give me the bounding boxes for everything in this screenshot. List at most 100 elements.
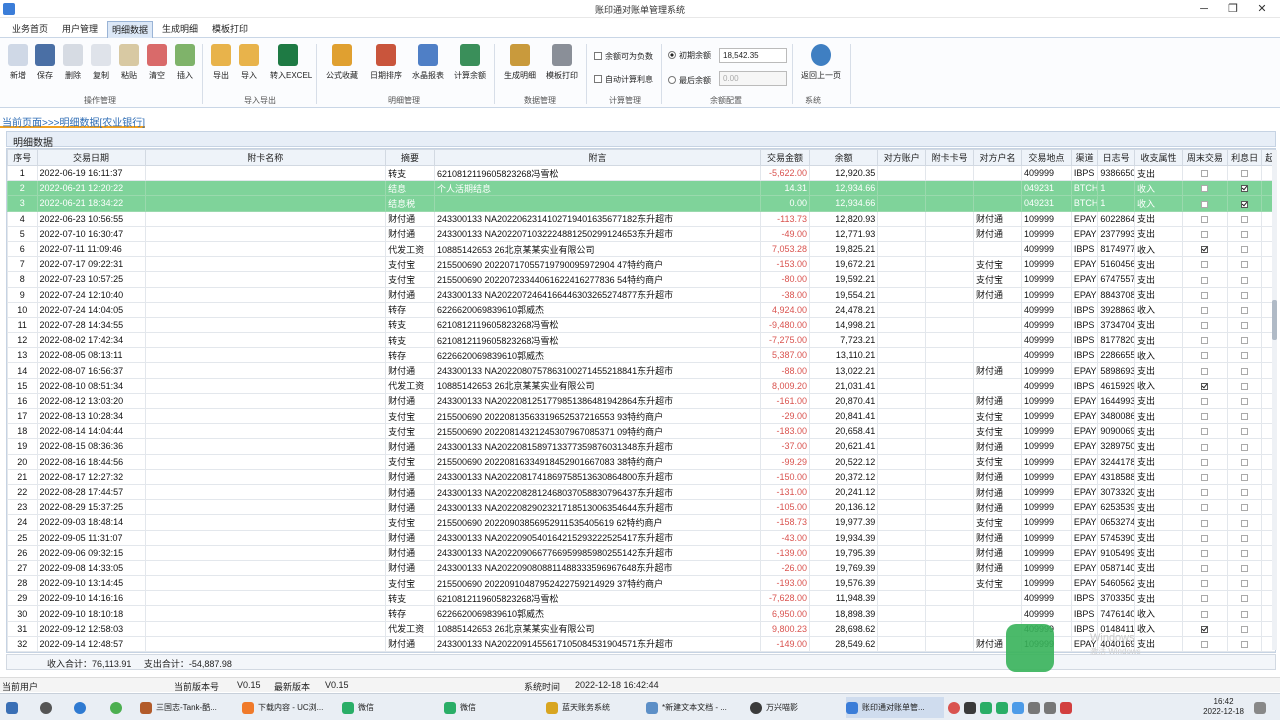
cell-no[interactable]: 32 bbox=[7, 635, 38, 652]
cell-balance[interactable]: 20,841.41 bbox=[808, 407, 879, 425]
cell-cardno[interactable] bbox=[925, 240, 975, 258]
cell-channel[interactable]: EPAY bbox=[1070, 392, 1099, 410]
cell-amount[interactable]: -183.00 bbox=[760, 423, 810, 440]
cell-date[interactable]: 2022-09-10 13:14:45 bbox=[36, 575, 146, 592]
cell-log[interactable]: 5460562 bbox=[1097, 575, 1136, 592]
weekend-checkbox[interactable] bbox=[1181, 286, 1228, 303]
taskbar-item-uc[interactable]: 下载内容 - UC浏... bbox=[242, 697, 338, 718]
table-row[interactable]: 2 2022-06-21 12:20:22 结息 个人活期结息 14.31 12,934.… bbox=[7, 180, 1275, 197]
cell-note[interactable]: 个人活期结息 bbox=[433, 180, 762, 197]
cell-balance[interactable]: 20,372.12 bbox=[808, 468, 879, 485]
cell-amount[interactable]: -153.00 bbox=[760, 256, 810, 273]
interest-checkbox[interactable] bbox=[1226, 559, 1263, 577]
clear-button[interactable]: 清空 bbox=[142, 44, 172, 90]
cell-no[interactable]: 17 bbox=[7, 407, 38, 425]
cell-channel[interactable]: EPAY bbox=[1070, 483, 1099, 501]
cell-channel[interactable]: IBPS bbox=[1070, 590, 1099, 607]
cell-channel[interactable]: EPAY bbox=[1070, 453, 1099, 470]
cell-acct[interactable] bbox=[877, 407, 927, 425]
cell-date[interactable]: 2022-09-12 12:58:03 bbox=[36, 620, 146, 637]
cell-cardno[interactable] bbox=[925, 590, 975, 607]
cell-acct[interactable] bbox=[877, 180, 927, 197]
cell-no[interactable]: 27 bbox=[7, 559, 38, 577]
cell-no[interactable]: 4 bbox=[7, 210, 38, 227]
cell-amount[interactable]: -158.73 bbox=[760, 514, 810, 531]
checkbox-box[interactable] bbox=[1241, 367, 1249, 375]
cell-log[interactable]: 9105499 bbox=[1097, 544, 1136, 561]
cell-type[interactable]: 支出 bbox=[1134, 575, 1183, 592]
cell-channel[interactable]: EPAY bbox=[1070, 514, 1099, 531]
cell-date[interactable]: 2022-09-05 11:31:07 bbox=[36, 529, 146, 546]
cell-card[interactable] bbox=[144, 225, 387, 242]
cell-log[interactable]: 9386650 bbox=[1097, 164, 1136, 182]
checkbox-box[interactable] bbox=[1241, 443, 1249, 451]
cell-note[interactable]: 215500690 20220717055719790095972904 47特… bbox=[433, 256, 762, 273]
cell-balance[interactable]: 12,771.93 bbox=[808, 225, 879, 242]
checkbox-box[interactable] bbox=[1241, 641, 1249, 649]
cell-type[interactable]: 支出 bbox=[1134, 559, 1183, 577]
cell-place[interactable]: 409999 bbox=[1020, 316, 1072, 334]
table-row[interactable]: 28 2022-09-10 13:14:45 支付宝 215500690 202209… bbox=[7, 575, 1275, 592]
checkbox-box[interactable] bbox=[1201, 458, 1209, 466]
template-print-button[interactable]: 模板打印 bbox=[546, 44, 578, 90]
360-button[interactable] bbox=[110, 697, 126, 718]
cell-place[interactable]: 049231 bbox=[1020, 195, 1072, 212]
cell-card[interactable] bbox=[144, 559, 387, 577]
cell-no[interactable]: 31 bbox=[7, 620, 38, 637]
cell-date[interactable]: 2022-06-23 10:56:55 bbox=[36, 210, 146, 227]
interest-checkbox[interactable] bbox=[1226, 377, 1263, 394]
cell-balance[interactable]: 19,795.39 bbox=[808, 544, 879, 561]
weekend-checkbox[interactable] bbox=[1181, 453, 1228, 470]
final-balance-input[interactable] bbox=[719, 71, 787, 86]
cell-cardno[interactable] bbox=[925, 332, 975, 349]
cell-channel[interactable]: EPAY bbox=[1070, 544, 1099, 561]
cell-amount[interactable]: 14.31 bbox=[760, 180, 810, 197]
cell-cardno[interactable] bbox=[925, 544, 975, 561]
cell-no[interactable]: 11 bbox=[7, 316, 38, 334]
cell-balance[interactable]: 12,934.66 bbox=[808, 195, 879, 212]
column-header[interactable]: 交易日期 bbox=[36, 149, 146, 166]
cell-acct[interactable] bbox=[877, 620, 927, 637]
cell-date[interactable]: 2022-07-24 14:04:05 bbox=[36, 301, 146, 318]
cell-card[interactable] bbox=[144, 590, 387, 607]
cell-log[interactable]: 3073320 bbox=[1097, 483, 1136, 501]
checkbox-box[interactable] bbox=[1201, 367, 1209, 375]
cell-cardno[interactable] bbox=[925, 286, 975, 303]
cell-no[interactable]: 25 bbox=[7, 529, 38, 546]
table-row[interactable]: 20 2022-08-16 18:44:56 支付宝 215500690 202208… bbox=[7, 453, 1275, 470]
table-row[interactable]: 27 2022-09-08 14:33:05 财付通 243300133 NA2022… bbox=[7, 559, 1275, 577]
cell-cardno[interactable] bbox=[925, 225, 975, 242]
weekend-checkbox[interactable] bbox=[1181, 195, 1228, 212]
cell-cardno[interactable] bbox=[925, 407, 975, 425]
checkbox-box[interactable] bbox=[1241, 185, 1249, 193]
checkbox-box[interactable] bbox=[1201, 489, 1209, 497]
cell-amount[interactable]: -7,275.00 bbox=[760, 332, 810, 349]
cell-summary[interactable]: 支付宝 bbox=[385, 271, 435, 288]
cell-log[interactable]: 9090069 bbox=[1097, 423, 1136, 440]
table-row[interactable]: 4 2022-06-23 10:56:55 财付通 243300133 NA20220… bbox=[7, 210, 1275, 227]
checkbox-box[interactable] bbox=[1241, 276, 1249, 284]
checkbox-box[interactable] bbox=[1241, 337, 1249, 345]
column-header[interactable]: 附言 bbox=[433, 149, 762, 166]
checkbox-box[interactable] bbox=[1201, 428, 1209, 436]
cell-place[interactable]: 109999 bbox=[1020, 483, 1072, 501]
scrollbar-thumb[interactable] bbox=[1272, 300, 1277, 340]
cell-channel[interactable]: IBPS bbox=[1070, 332, 1099, 349]
cell-amount[interactable]: -37.00 bbox=[760, 438, 810, 455]
table-row[interactable]: 7 2022-07-17 09:22:31 支付宝 215500690 2022071… bbox=[7, 256, 1275, 273]
checkbox-box[interactable] bbox=[1201, 519, 1209, 527]
cell-name[interactable]: 支付宝 bbox=[973, 256, 1022, 273]
cell-cardno[interactable] bbox=[925, 362, 975, 379]
cell-note[interactable]: 243300133 NA2022072464166446303265274877… bbox=[433, 286, 762, 303]
checkbox-box[interactable] bbox=[1201, 291, 1209, 299]
checkbox-box[interactable] bbox=[1241, 322, 1249, 330]
table-row[interactable]: 18 2022-08-14 14:04:44 支付宝 215500690 202208… bbox=[7, 423, 1275, 440]
cell-no[interactable]: 3 bbox=[7, 195, 38, 212]
cell-no[interactable]: 5 bbox=[7, 225, 38, 242]
cell-amount[interactable]: -49.00 bbox=[760, 225, 810, 242]
cell-name[interactable] bbox=[973, 164, 1022, 182]
cell-cardno[interactable] bbox=[925, 195, 975, 212]
cell-name[interactable]: 支付宝 bbox=[973, 423, 1022, 440]
cell-name[interactable]: 财付通 bbox=[973, 529, 1022, 546]
cell-cardno[interactable] bbox=[925, 468, 975, 485]
